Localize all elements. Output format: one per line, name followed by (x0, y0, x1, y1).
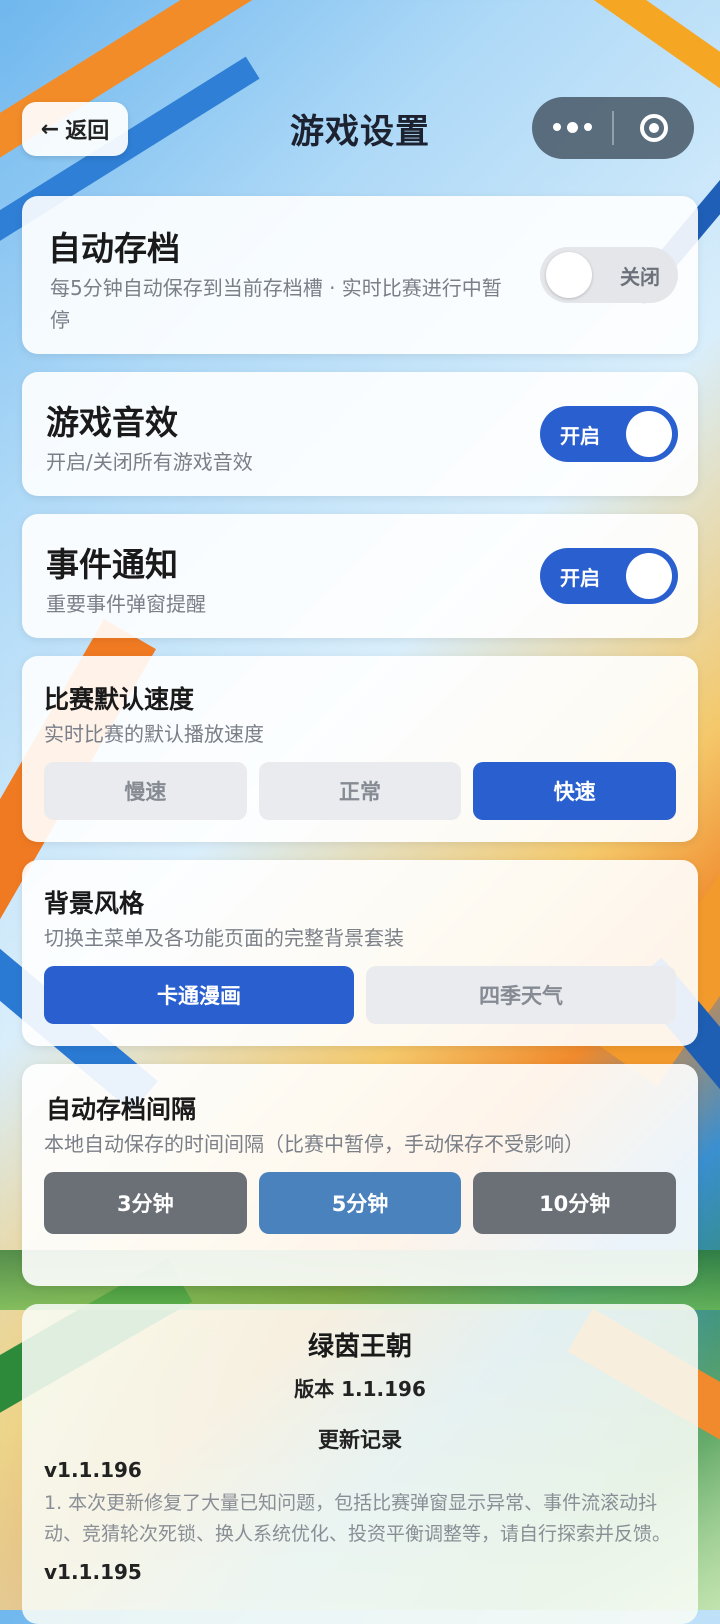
toggle-knob (626, 553, 672, 599)
about-card: 绿茵王朝 版本 1.1.196 更新记录 v1.1.196 1. 本次更新修复了… (22, 1304, 698, 1624)
speed-options: 慢速 正常 快速 (44, 762, 677, 820)
interval-option-10min[interactable]: 10分钟 (473, 1172, 677, 1234)
close-mini-program-icon[interactable] (614, 114, 694, 142)
more-icon[interactable] (532, 122, 612, 133)
notify-toggle[interactable]: 开启 (540, 548, 678, 604)
speed-option-slow[interactable]: 慢速 (44, 762, 247, 820)
auto-save-card: 自动存档 每5分钟自动保存到当前存档槽 · 实时比赛进行中暂停 关闭 (22, 196, 698, 354)
notify-title: 事件通知 (46, 545, 178, 584)
speed-title: 比赛默认速度 (44, 685, 195, 714)
auto-save-desc: 每5分钟自动保存到当前存档槽 · 实时比赛进行中暂停 (50, 276, 502, 332)
speed-option-normal[interactable]: 正常 (258, 762, 462, 820)
changelog-title: 更新记录 (318, 1428, 402, 1452)
sound-toggle[interactable]: 开启 (540, 406, 678, 462)
app-version: 版本 1.1.196 (294, 1377, 426, 1401)
sound-card: 游戏音效 开启/关闭所有游戏音效 开启 (22, 372, 698, 496)
auto-save-toggle[interactable]: 关闭 (540, 247, 678, 303)
save-interval-card: 自动存档间隔 本地自动保存的时间间隔（比赛中暂停，手动保存不受影响） 3分钟 5… (22, 1064, 698, 1286)
save-interval-desc: 本地自动保存的时间间隔（比赛中暂停，手动保存不受影响） (44, 1132, 584, 1156)
speed-option-fast[interactable]: 快速 (473, 762, 677, 820)
changelog-version: v1.1.196 (44, 1458, 142, 1482)
bg-style-options: 卡通漫画 四季天气 (44, 966, 676, 1024)
changelog-text: 1. 本次更新修复了大量已知问题，包括比赛弹窗显示异常、事件流滚动抖动、竞猜轮次… (44, 1492, 672, 1545)
toggle-knob (626, 411, 672, 457)
bg-style-card: 背景风格 切换主菜单及各功能页面的完整背景套装 卡通漫画 四季天气 (22, 860, 698, 1046)
sound-desc: 开启/关闭所有游戏音效 (46, 450, 253, 474)
save-interval-title: 自动存档间隔 (46, 1095, 197, 1124)
auto-save-title: 自动存档 (48, 229, 180, 268)
toggle-label: 开启 (560, 423, 600, 448)
toggle-label: 开启 (560, 565, 600, 590)
notify-card: 事件通知 重要事件弹窗提醒 开启 (22, 514, 698, 638)
toggle-label: 关闭 (620, 264, 660, 289)
notify-desc: 重要事件弹窗提醒 (46, 592, 206, 616)
speed-card: 比赛默认速度 实时比赛的默认播放速度 慢速 正常 快速 (22, 656, 698, 842)
sound-title: 游戏音效 (46, 403, 178, 442)
bg-style-title: 背景风格 (44, 889, 145, 918)
bg-option-cartoon[interactable]: 卡通漫画 (44, 966, 354, 1024)
mini-program-capsule (532, 97, 694, 159)
speed-desc: 实时比赛的默认播放速度 (44, 722, 264, 746)
bg-option-seasons[interactable]: 四季天气 (366, 966, 676, 1024)
changelog-version: v1.1.195 (44, 1560, 142, 1584)
toggle-knob (546, 252, 592, 298)
app-name: 绿茵王朝 (307, 1332, 412, 1362)
save-interval-options: 3分钟 5分钟 10分钟 (44, 1172, 677, 1234)
interval-option-3min[interactable]: 3分钟 (44, 1172, 247, 1234)
interval-option-5min[interactable]: 5分钟 (258, 1172, 462, 1234)
bg-style-desc: 切换主菜单及各功能页面的完整背景套装 (44, 926, 404, 950)
